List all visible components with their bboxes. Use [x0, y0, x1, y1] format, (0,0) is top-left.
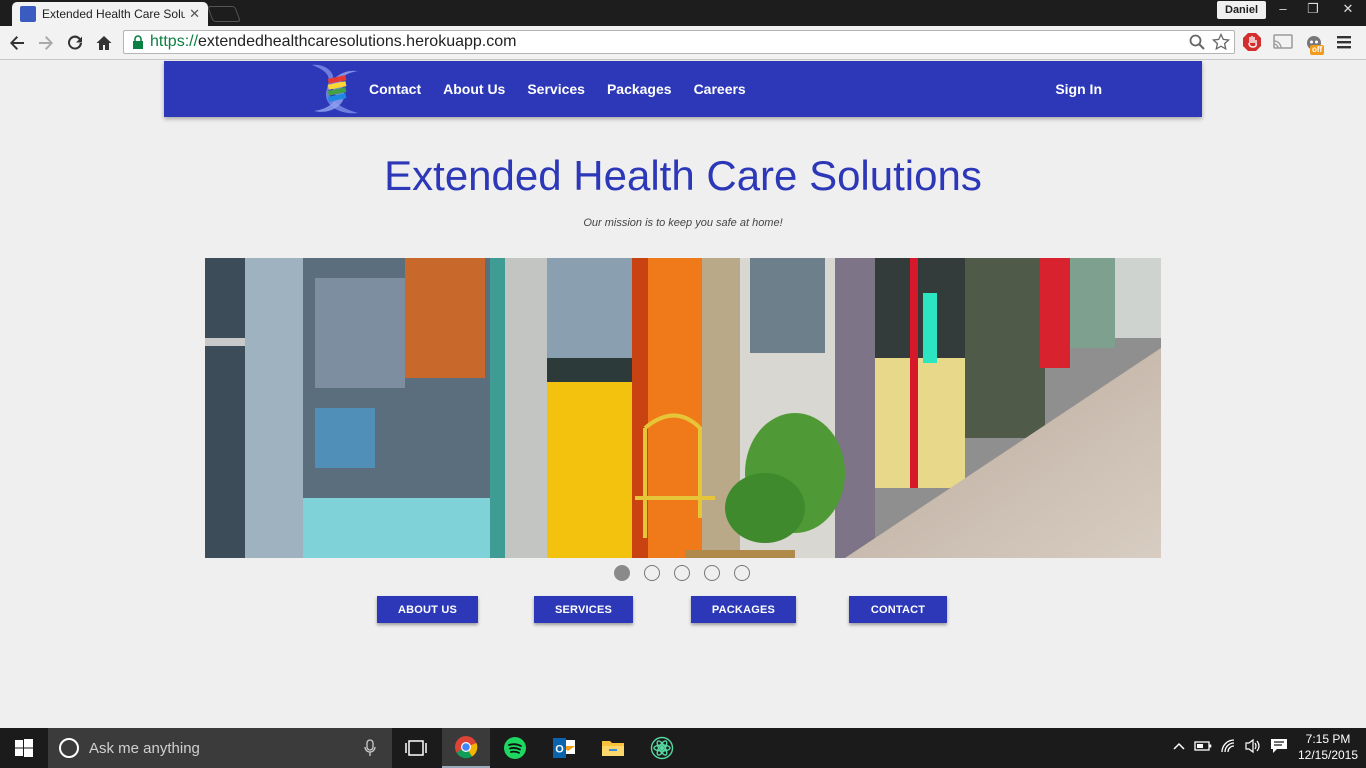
spotify-icon[interactable]	[491, 728, 539, 768]
cortana-search-box[interactable]: Ask me anything	[48, 728, 392, 768]
page-title: Extended Health Care Solutions	[384, 152, 982, 199]
microphone-icon[interactable]	[364, 739, 376, 757]
mission-statement: Our mission is to keep you safe at home!	[583, 217, 783, 229]
sign-in-link[interactable]: Sign In	[1055, 61, 1102, 117]
reload-icon[interactable]	[63, 31, 87, 55]
address-bar[interactable]: https:// extendedhealthcaresolutions.her…	[123, 30, 1235, 54]
browser-tab-active[interactable]: Extended Health Care Solu ✕	[12, 2, 208, 26]
windows-taskbar: Ask me anything O 7:15 PM 12/15/2015	[0, 728, 1366, 768]
site-navbar: Contact About Us Services Packages Caree…	[164, 61, 1202, 117]
extension-badge: off	[1310, 44, 1325, 55]
chrome-icon[interactable]	[442, 728, 490, 768]
extension-icon[interactable]: off	[1304, 34, 1326, 56]
zoom-icon[interactable]	[1188, 33, 1206, 56]
menu-icon[interactable]	[1336, 34, 1352, 55]
profile-button[interactable]: Daniel	[1217, 1, 1267, 19]
nav-link-about-us[interactable]: About Us	[443, 81, 505, 97]
atom-icon[interactable]	[638, 728, 686, 768]
start-button[interactable]	[0, 728, 48, 768]
bookmark-star-icon[interactable]	[1211, 32, 1231, 56]
new-tab-button[interactable]	[207, 6, 241, 22]
nav-links: Contact About Us Services Packages Caree…	[369, 61, 768, 117]
back-icon[interactable]	[5, 31, 29, 55]
carousel-dot-4[interactable]	[704, 565, 720, 581]
battery-icon[interactable]	[1194, 739, 1212, 757]
nav-link-services[interactable]: Services	[527, 81, 585, 97]
windows-logo-icon	[15, 739, 33, 757]
system-tray	[1172, 728, 1288, 768]
services-button[interactable]: SERVICES	[534, 596, 633, 623]
adblock-extension-icon[interactable]	[1242, 32, 1262, 57]
wifi-icon[interactable]	[1220, 738, 1236, 759]
window-controls: – ❐ ✕	[1268, 0, 1366, 20]
volume-icon[interactable]	[1244, 738, 1262, 759]
action-center-icon[interactable]	[1270, 738, 1288, 759]
url-host: extendedhealthcaresolutions.herokuapp.co…	[198, 33, 517, 50]
carousel-dot-2[interactable]	[644, 565, 660, 581]
hero-carousel-image[interactable]	[205, 258, 1161, 558]
cast-icon[interactable]	[1272, 33, 1294, 56]
cortana-icon	[59, 738, 79, 758]
nav-link-careers[interactable]: Careers	[694, 81, 746, 97]
forward-icon[interactable]	[34, 31, 58, 55]
svg-text:O: O	[555, 744, 564, 756]
nav-link-packages[interactable]: Packages	[607, 81, 672, 97]
home-icon[interactable]	[92, 31, 116, 55]
browser-titlebar: Extended Health Care Solu ✕ Daniel – ❐ ✕	[0, 0, 1366, 26]
browser-toolbar: https:// extendedhealthcaresolutions.her…	[0, 26, 1366, 60]
lock-icon	[132, 34, 144, 50]
nav-link-contact[interactable]: Contact	[369, 81, 421, 97]
site-logo-icon[interactable]	[306, 61, 364, 117]
tab-close-icon[interactable]: ✕	[189, 6, 200, 22]
carousel-dot-3[interactable]	[674, 565, 690, 581]
carousel-indicators	[614, 565, 750, 581]
show-hidden-icons-icon[interactable]	[1172, 739, 1186, 758]
tab-title: Extended Health Care Solu	[42, 7, 186, 21]
task-view-icon[interactable]	[392, 728, 440, 768]
site-favicon-icon	[20, 6, 36, 22]
carousel-dot-1[interactable]	[614, 565, 630, 581]
contact-button[interactable]: CONTACT	[849, 596, 947, 623]
search-placeholder: Ask me anything	[89, 739, 200, 757]
carousel-dot-5[interactable]	[734, 565, 750, 581]
file-explorer-icon[interactable]	[589, 728, 637, 768]
taskbar-clock[interactable]: 7:15 PM 12/15/2015	[1296, 731, 1360, 763]
url-scheme: https://	[150, 33, 199, 50]
clock-date: 12/15/2015	[1297, 748, 1359, 762]
restore-button[interactable]: ❐	[1298, 0, 1328, 20]
outlook-icon[interactable]: O	[540, 728, 588, 768]
clock-time: 7:15 PM	[1305, 732, 1351, 746]
about-us-button[interactable]: ABOUT US	[377, 596, 478, 623]
minimize-button[interactable]: –	[1268, 0, 1298, 20]
close-window-button[interactable]: ✕	[1328, 0, 1366, 20]
packages-button[interactable]: PACKAGES	[691, 596, 796, 623]
